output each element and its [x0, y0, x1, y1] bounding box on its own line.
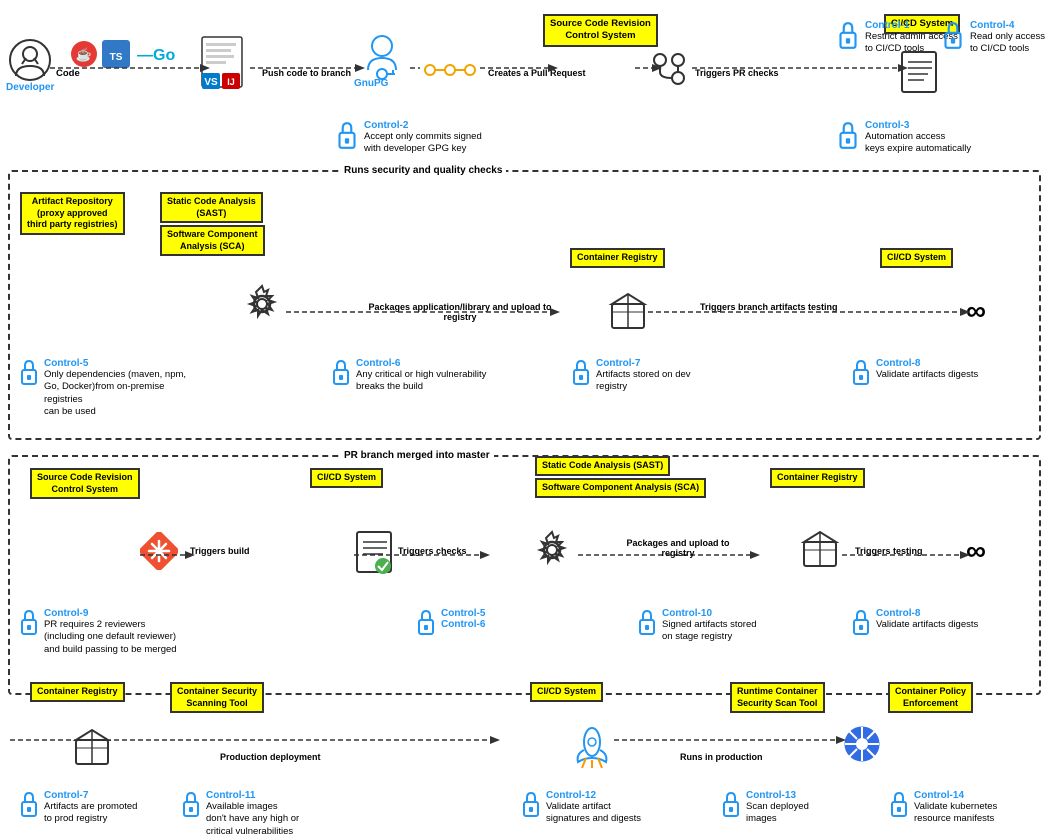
row4-flow2: Runs in production	[680, 752, 763, 762]
row4-flow1: Production deployment	[220, 752, 321, 762]
control5-row2: Control-5 Only dependencies (maven, npm,…	[18, 358, 194, 418]
control8-row2: Control-8 Validate artifacts digests	[850, 358, 978, 386]
row3-flow4: Triggers testing	[855, 546, 923, 556]
control7-row2: Control-7 Artifacts stored on dev regist…	[570, 358, 691, 394]
control8-row3: Control-8 Validate artifacts digests	[850, 608, 978, 636]
row4-flow-lines	[0, 680, 1049, 780]
row3-flow3: Packages and upload to registry	[618, 538, 738, 558]
control6-row2: Control-6 Any critical or high vulnerabi…	[330, 358, 486, 394]
control9-row3: Control-9 PR requires 2 reviewers (inclu…	[18, 608, 177, 656]
control14-row4: Control-14 Validate kubernetes resource …	[888, 790, 997, 826]
control13-row4: Control-13 Scan deployed images	[720, 790, 809, 826]
row3-flow1: Triggers build	[190, 546, 250, 556]
row3-flow-lines	[0, 455, 1049, 705]
control11-row4: Control-11 Available images don't have a…	[180, 790, 299, 838]
control10-row3: Control-10 Signed artifacts stored on st…	[636, 608, 757, 644]
control56-row3: Control-5 Control-6	[415, 608, 485, 636]
control7-row4: Control-7 Artifacts are promoted to prod…	[18, 790, 137, 826]
control12-row4: Control-12 Validate artifact signatures …	[520, 790, 641, 826]
row3-flow2: Triggers checks	[398, 546, 467, 556]
